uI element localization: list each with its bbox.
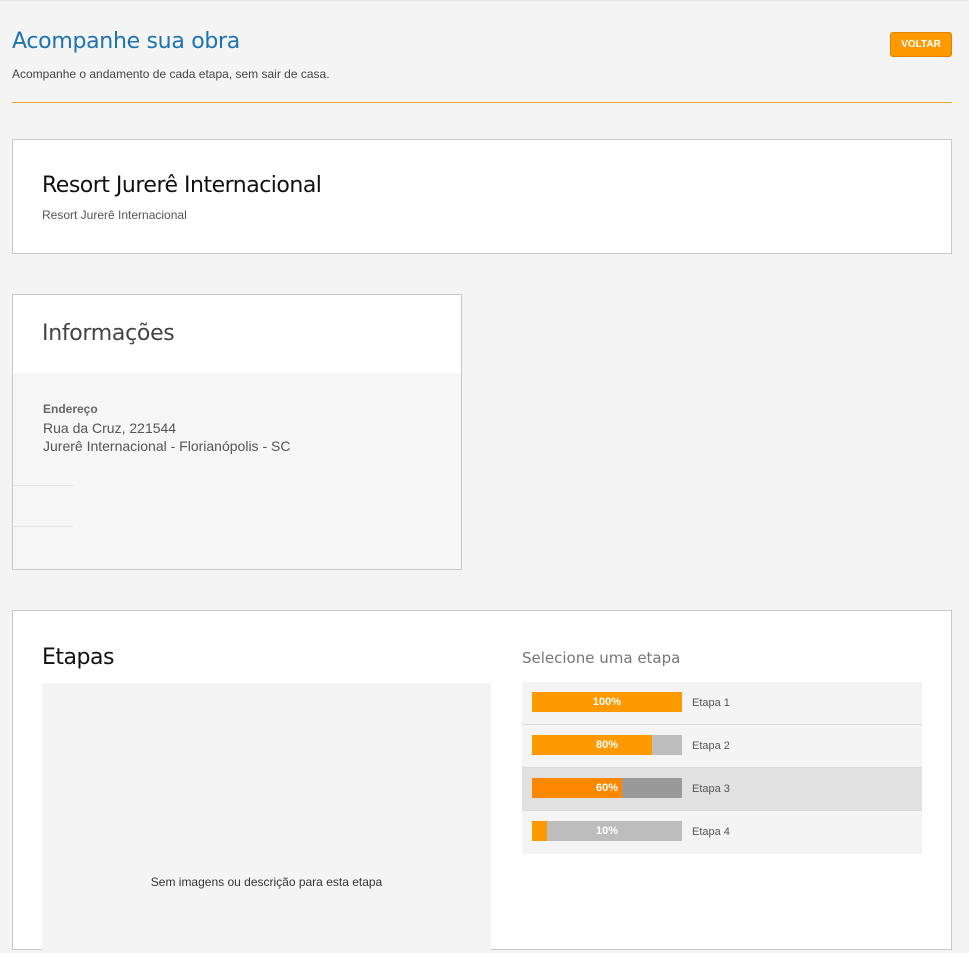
- stage-progress-bar: 100%: [532, 692, 682, 712]
- info-divider: [13, 526, 73, 527]
- stage-label: Etapa 4: [692, 826, 730, 838]
- stages-title: Etapas: [42, 645, 114, 670]
- stage-label: Etapa 1: [692, 697, 730, 709]
- back-button[interactable]: VOLTAR: [890, 32, 952, 57]
- address-label: Endereço: [43, 402, 98, 416]
- stage-item[interactable]: 100% Etapa 1: [522, 682, 922, 725]
- info-card: Informações Endereço Rua da Cruz, 221544…: [12, 294, 462, 570]
- stage-label: Etapa 3: [692, 783, 730, 795]
- address-line-1: Rua da Cruz, 221544: [43, 420, 177, 436]
- select-stage-heading: Selecione uma etapa: [522, 649, 681, 667]
- stage-progress-text: 100%: [592, 696, 622, 708]
- header-divider: [12, 102, 952, 103]
- stage-item[interactable]: 10% Etapa 4: [522, 811, 922, 854]
- stage-progress-bar: 10%: [532, 821, 682, 841]
- stage-preview: Sem imagens ou descrição para esta etapa: [42, 683, 491, 953]
- stage-progress-text: 10%: [595, 825, 619, 837]
- info-body: Endereço Rua da Cruz, 221544 Jurerê Inte…: [13, 373, 461, 569]
- stage-item[interactable]: 60% Etapa 3: [522, 768, 922, 811]
- address-line-2: Jurerê Internacional - Florianópolis - S…: [43, 438, 291, 454]
- stage-progress-text: 60%: [595, 782, 619, 794]
- project-card: Resort Jurerê Internacional Resort Jurer…: [12, 139, 952, 254]
- page-subtitle: Acompanhe o andamento de cada etapa, sem…: [12, 67, 330, 81]
- stage-list: 100% Etapa 1 80% Etapa 2 60% Etapa 3 10%…: [522, 682, 922, 854]
- project-name: Resort Jurerê Internacional: [42, 173, 322, 198]
- stage-label: Etapa 2: [692, 740, 730, 752]
- stage-progress-bar: 80%: [532, 735, 682, 755]
- stage-empty-message: Sem imagens ou descrição para esta etapa: [150, 875, 383, 889]
- info-title: Informações: [42, 321, 175, 346]
- stage-progress-bar: 60%: [532, 778, 682, 798]
- stage-progress-text: 80%: [595, 739, 619, 751]
- stages-card: Etapas Sem imagens ou descrição para est…: [12, 610, 952, 953]
- stage-item[interactable]: 80% Etapa 2: [522, 725, 922, 768]
- page-title: Acompanhe sua obra: [12, 29, 240, 54]
- project-subtitle: Resort Jurerê Internacional: [42, 208, 187, 222]
- info-divider: [13, 485, 73, 486]
